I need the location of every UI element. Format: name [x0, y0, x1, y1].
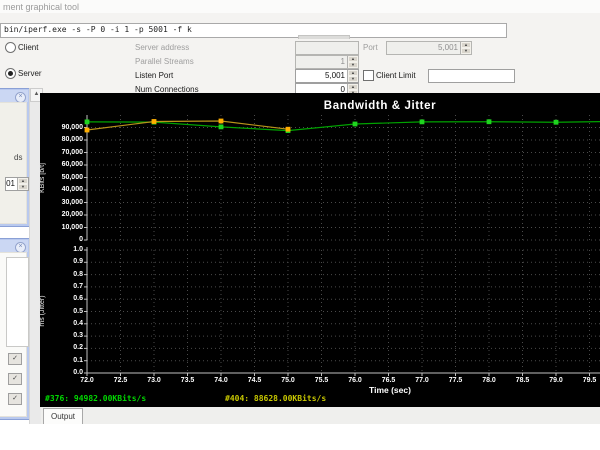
y-tick-label: 30,000 — [61, 198, 83, 206]
x-tick-label: 79.0 — [549, 377, 563, 384]
chart-plot-area — [84, 115, 600, 376]
y-tick-label: 80,000 — [61, 136, 83, 143]
server-address-input[interactable] — [295, 41, 359, 55]
parallel-streams-spinner[interactable]: 1 ▲ ▼ — [295, 55, 359, 69]
parallel-streams-label: Parallel Streams — [135, 57, 194, 66]
x-tick-label: 72.0 — [80, 377, 94, 384]
sidebar-spinner[interactable]: 01 ▲ ▼ — [5, 177, 29, 191]
x-tick-label: 75.0 — [281, 377, 295, 384]
y-tick-label: 60,000 — [61, 161, 83, 168]
port-spinner[interactable]: 5,001 ▲ ▼ — [386, 41, 472, 55]
listen-port-spinner[interactable]: 5,001 ▲ ▼ — [295, 69, 359, 83]
window-title: ment graphical tool — [3, 2, 80, 12]
y-tick-label: 0.0 — [73, 369, 83, 376]
chart-legend: #376: 94982.00KBits/s #404: 88628.00KBits… — [40, 393, 600, 407]
legend-item: #376: 94982.00KBits/s — [45, 394, 147, 403]
combo-dropdown-button[interactable]: ✓ — [8, 353, 22, 365]
sidebar-fragment-text: ds — [14, 153, 23, 162]
x-tick-label: 73.0 — [147, 377, 161, 384]
iperf-command-input[interactable]: bin/iperf.exe -s -P 0 -i 1 -p 5001 -f k — [0, 23, 507, 38]
sidebar-inner-box — [6, 257, 29, 347]
y-tick-label: 0.8 — [73, 270, 83, 278]
output-tab-strip: Output — [41, 407, 600, 425]
x-tick-label: 78.0 — [482, 377, 496, 384]
y-tick-label: 1.0 — [73, 246, 83, 253]
sidebar-spinner-value: 01 — [6, 179, 15, 188]
sidebar-panel-bottom: × ✓ ✓ ✓ — [0, 238, 30, 420]
bandwidth-jitter-chart: Bandwidth & Jitter KBits [b/t] ms (Jitte… — [39, 93, 600, 407]
y-tick-label: 0.5 — [73, 307, 83, 315]
y-tick-label: 0.1 — [73, 356, 83, 364]
y-tick-label: 0.4 — [73, 319, 83, 327]
listen-port-value: 5,001 — [324, 71, 345, 80]
y-tick-label: 0.7 — [73, 282, 83, 290]
tab-output[interactable]: Output — [43, 408, 83, 425]
x-tick-label: 74.0 — [214, 377, 228, 384]
spinner-down-icon[interactable]: ▼ — [348, 76, 358, 82]
x-tick-label: 76.5 — [381, 377, 396, 384]
y-tick-label: 0.6 — [73, 295, 83, 303]
client-limit-checkbox[interactable] — [363, 70, 374, 81]
client-limit-input[interactable] — [428, 69, 515, 83]
port-spinner-buttons[interactable]: ▲ ▼ — [460, 42, 471, 54]
parallel-streams-value: 1 — [340, 57, 345, 66]
client-radio-label: Client — [18, 43, 39, 52]
spinner-down-icon[interactable]: ▼ — [18, 184, 28, 190]
partial-widget — [298, 35, 350, 39]
sidebar-spinner-buttons[interactable]: ▲ ▼ — [17, 178, 28, 190]
x-tick-label: 77.0 — [415, 377, 429, 384]
y-tick-label: 90,000 — [61, 123, 83, 131]
y-tick-label: 70,000 — [61, 148, 83, 156]
sidebar-panel-body — [0, 102, 27, 224]
server-radio-label: Server — [18, 69, 42, 78]
x-tick-label: 72.5 — [113, 377, 128, 384]
parallel-streams-spinner-buttons[interactable]: ▲ ▼ — [347, 56, 358, 68]
y-tick-label: 40,000 — [61, 186, 83, 193]
spinner-down-icon[interactable]: ▼ — [461, 48, 471, 54]
x-tick-label: 76.0 — [348, 377, 362, 384]
legend-item: #404: 88628.00KBits/s — [225, 394, 327, 403]
x-tick-label: 78.5 — [515, 377, 530, 384]
y-tick-label: 50,000 — [61, 173, 83, 181]
server-radio[interactable] — [5, 68, 16, 79]
combo-dropdown-button[interactable]: ✓ — [8, 393, 22, 405]
iperf-command-text: bin/iperf.exe -s -P 0 -i 1 -p 5001 -f k — [4, 25, 192, 34]
y-tick-label: 10,000 — [61, 223, 83, 231]
client-radio[interactable] — [5, 42, 16, 53]
combo-dropdown-button[interactable]: ✓ — [8, 373, 22, 385]
output-console — [41, 424, 600, 438]
y-tick-label: 0.3 — [73, 332, 83, 340]
x-tick-label: 77.5 — [448, 377, 463, 384]
y-tick-label: 0 — [79, 236, 83, 243]
y-tick-label: 20,000 — [61, 211, 83, 218]
port-value: 5,001 — [437, 43, 458, 52]
listen-port-label: Listen Port — [135, 71, 174, 80]
radio-selected-dot — [8, 71, 13, 76]
client-limit-label: Client Limit — [376, 71, 416, 80]
y-tick-label: 0.2 — [73, 344, 83, 352]
x-tick-label: 79.5 — [582, 377, 597, 384]
spinner-down-icon[interactable]: ▼ — [348, 62, 358, 68]
title-bar: ment graphical tool — [0, 0, 600, 14]
x-tick-label: 74.5 — [247, 377, 262, 384]
listen-port-spinner-buttons[interactable]: ▲ ▼ — [347, 70, 358, 82]
x-tick-label: 75.5 — [314, 377, 329, 384]
server-address-label: Server address — [135, 43, 190, 52]
x-tick-label: 73.5 — [180, 377, 195, 384]
sidebar-panel-top: × ds 01 ▲ ▼ — [0, 88, 30, 227]
port-label: Port — [363, 43, 378, 52]
y-tick-label: 0.9 — [73, 258, 83, 266]
